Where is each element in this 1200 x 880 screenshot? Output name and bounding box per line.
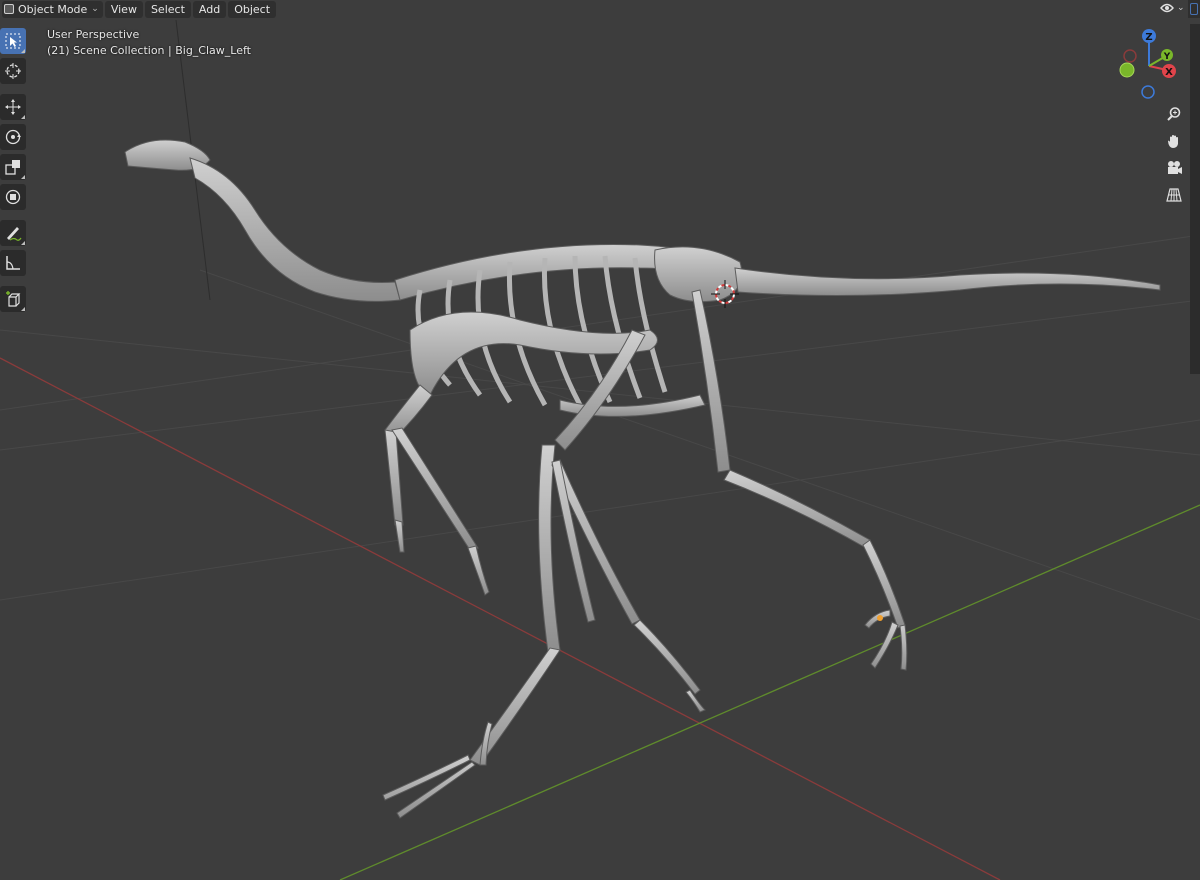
camera-view-button[interactable]: [1162, 156, 1186, 180]
header-edge-button[interactable]: [1188, 0, 1200, 18]
tool-transform[interactable]: [0, 184, 26, 210]
hind-leg-mid-foot: [633, 619, 701, 695]
camera-icon: [1168, 161, 1182, 174]
svg-text:Z: Z: [1145, 32, 1152, 43]
add-cube-icon: [6, 291, 21, 307]
chevron-down-icon: ⌄: [1177, 3, 1185, 13]
sidebar-collapsed-edge[interactable]: [1190, 24, 1200, 374]
annotate-icon: [7, 227, 22, 241]
eye-icon: [1160, 3, 1174, 13]
zoom-button[interactable]: [1162, 102, 1186, 126]
view-perspective-label: User Perspective: [47, 28, 140, 41]
zoom-icon: [1167, 107, 1181, 121]
selected-object-origin: [877, 615, 883, 621]
tool-add-cube[interactable]: [0, 286, 26, 312]
front-hand: [391, 427, 479, 551]
viewport-info: User Perspective (21) Scene Collection |…: [47, 27, 251, 59]
hand-pan-icon: [1168, 135, 1178, 148]
grid-ortho-icon: [1166, 188, 1182, 202]
active-object-label: (21) Scene Collection | Big_Claw_Left: [47, 44, 251, 57]
3d-viewport[interactable]: Object Mode ⌄ View Select Add Object ⌄ U…: [0, 0, 1200, 880]
x-axis-handle[interactable]: X: [1162, 64, 1176, 78]
cursor-icon: [5, 63, 21, 79]
ortho-toggle-button[interactable]: [1162, 183, 1186, 207]
hind-toes-near: [382, 754, 476, 819]
move-icon: [5, 99, 21, 115]
z-axis-handle[interactable]: Z: [1142, 29, 1156, 43]
tool-scale[interactable]: [0, 154, 26, 180]
tool-annotate[interactable]: [0, 220, 26, 246]
x-axis-line: [0, 357, 1001, 880]
transform-icon: [5, 189, 21, 205]
front-arm-lower: [384, 429, 404, 526]
svg-text:X: X: [1165, 67, 1173, 78]
menu-view[interactable]: View: [104, 0, 143, 18]
front-claw-2: [467, 545, 490, 596]
tool-select-box[interactable]: [0, 28, 26, 54]
tool-rotate[interactable]: [0, 124, 26, 150]
overlay-visibility-toggle[interactable]: ⌄: [1160, 0, 1185, 16]
menu-add[interactable]: Add: [192, 0, 227, 18]
menu-object[interactable]: Object: [228, 0, 277, 18]
rotate-icon: [5, 129, 21, 145]
svg-text:Y: Y: [1163, 52, 1171, 62]
viewport-header: Object Mode ⌄ View Select Add Object: [0, 0, 277, 18]
neg-z-axis-handle[interactable]: [1141, 85, 1155, 99]
tool-shelf: [0, 26, 30, 314]
y-axis-label-handle[interactable]: Y: [1161, 49, 1173, 62]
tool-measure[interactable]: [0, 250, 26, 276]
mode-label: Object Mode: [18, 2, 88, 16]
scale-icon: [5, 160, 20, 175]
select-box-icon: [5, 33, 21, 49]
hind-tibia-far: [723, 469, 871, 549]
menu-select[interactable]: Select: [144, 0, 191, 18]
tool-move[interactable]: [0, 94, 26, 120]
mode-dropdown[interactable]: Object Mode ⌄: [2, 0, 103, 18]
tool-cursor[interactable]: [0, 58, 26, 84]
front-claw-1: [394, 519, 405, 553]
measure-icon: [6, 256, 20, 270]
navigation-gizmo[interactable]: Z Y X: [1112, 26, 1186, 104]
y-axis-handle[interactable]: [1119, 62, 1135, 78]
scene-canvas[interactable]: [0, 0, 1200, 880]
neck-vertebrae: [189, 157, 401, 302]
skeleton-model[interactable]: [124, 139, 1161, 819]
pan-button[interactable]: [1162, 129, 1186, 153]
y-axis-line: [339, 504, 1200, 880]
object-mode-icon: [4, 4, 14, 14]
chevron-down-icon: ⌄: [91, 4, 99, 14]
neg-x-axis-handle[interactable]: [1123, 49, 1137, 63]
